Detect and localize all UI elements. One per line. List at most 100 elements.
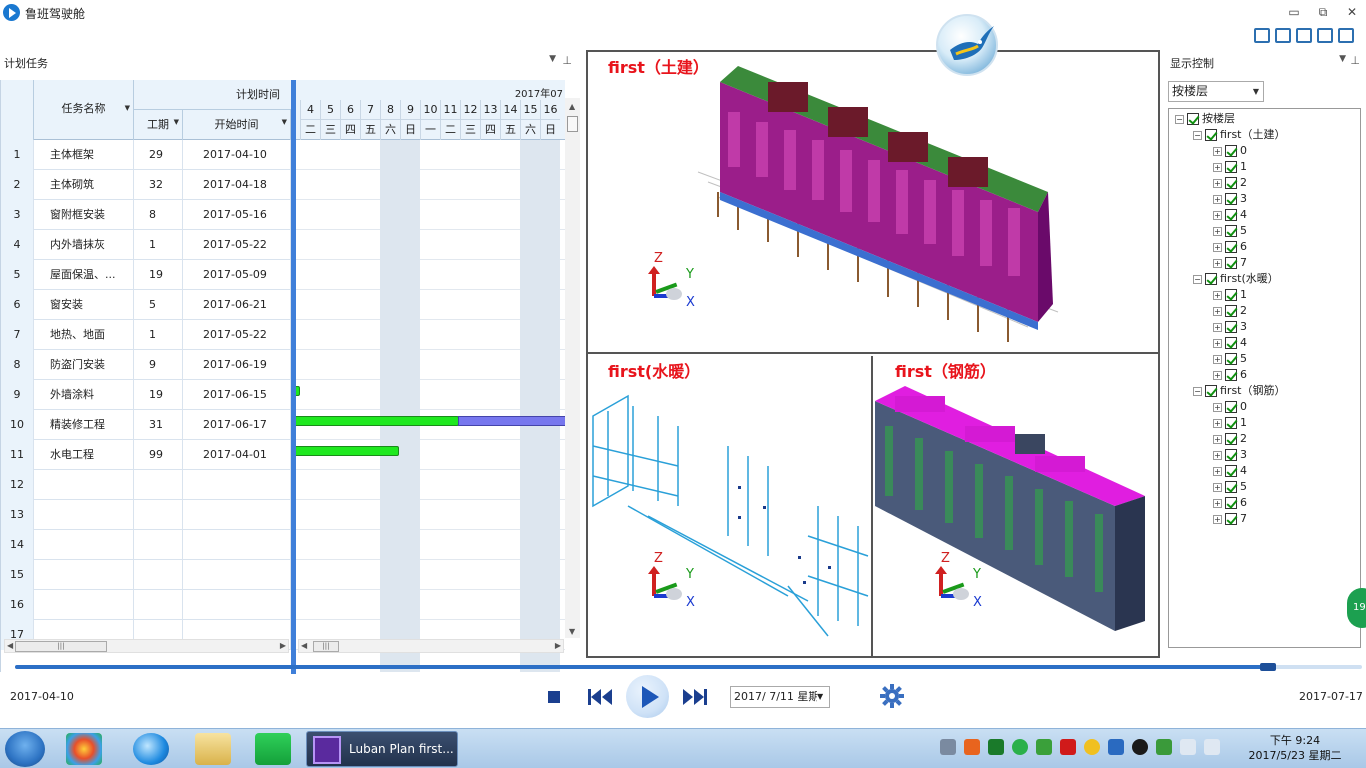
gear-icon[interactable] xyxy=(880,684,904,708)
tree-item-floor[interactable]: +4 xyxy=(1213,207,1247,223)
tree-item-floor[interactable]: +2 xyxy=(1213,431,1247,447)
chevron-down-icon[interactable]: ▼ xyxy=(817,687,827,707)
gantt-bar-task-10-done[interactable] xyxy=(296,416,459,426)
checkbox[interactable] xyxy=(1225,353,1237,365)
pin-icon[interactable]: ⊥ xyxy=(1350,54,1360,67)
checkbox[interactable] xyxy=(1225,449,1237,461)
tree-item-floor[interactable]: +7 xyxy=(1213,255,1247,271)
collapse-icon[interactable]: − xyxy=(1193,386,1202,396)
table-row[interactable]: 7 地热、地面 1 2017-05-22 xyxy=(1,320,292,350)
view-civil[interactable]: first（土建） Z Y X xyxy=(588,52,1158,354)
checkbox[interactable] xyxy=(1187,113,1199,125)
layout-double-icon[interactable] xyxy=(1275,28,1291,43)
tree-item-floor[interactable]: +2 xyxy=(1213,175,1247,191)
system-clock[interactable]: 下午 9:24 2017/5/23 星期二 xyxy=(1240,733,1350,763)
tray-app-icon[interactable] xyxy=(1108,739,1124,755)
scroll-left-icon[interactable]: ◀ xyxy=(7,641,13,650)
scroll-thumb[interactable]: ||| xyxy=(15,641,107,652)
volume-icon[interactable] xyxy=(1204,739,1220,755)
expand-icon[interactable]: + xyxy=(1213,466,1222,476)
checkbox[interactable] xyxy=(1225,321,1237,333)
tree-item-floor[interactable]: +3 xyxy=(1213,447,1247,463)
security-icon[interactable] xyxy=(1156,739,1172,755)
expand-icon[interactable]: + xyxy=(1213,402,1222,412)
table-row[interactable]: 1 主体框架 29 2017-04-10 xyxy=(1,140,292,170)
tree-item-floor[interactable]: +0 xyxy=(1213,399,1247,415)
tray-app-icon[interactable] xyxy=(1012,739,1028,755)
expand-icon[interactable]: + xyxy=(1213,322,1222,332)
tree-item-floor[interactable]: +6 xyxy=(1213,239,1247,255)
checkbox[interactable] xyxy=(1205,273,1217,285)
keyboard-icon[interactable] xyxy=(940,739,956,755)
collapse-icon[interactable]: − xyxy=(1193,274,1202,284)
gantt-bar-task-9[interactable] xyxy=(296,386,300,396)
checkbox[interactable] xyxy=(1225,401,1237,413)
checkbox[interactable] xyxy=(1225,417,1237,429)
taskbar-item-luban-plan[interactable]: Luban Plan first... xyxy=(306,731,458,767)
checkbox[interactable] xyxy=(1225,289,1237,301)
table-row[interactable]: 8 防盗门安装 9 2017-06-19 xyxy=(1,350,292,380)
gantt-bar-task-11[interactable] xyxy=(296,446,399,456)
gantt-horizontal-scrollbar[interactable]: ◀ ||| ▶ xyxy=(298,639,564,653)
tray-app-icon[interactable] xyxy=(1060,739,1076,755)
table-row[interactable]: 16 xyxy=(1,590,292,620)
checkbox[interactable] xyxy=(1225,193,1237,205)
tree-item-floor[interactable]: +6 xyxy=(1213,495,1247,511)
tree-item-floor[interactable]: +7 xyxy=(1213,511,1247,527)
scroll-thumb[interactable] xyxy=(567,116,578,132)
tree-item-floor[interactable]: +1 xyxy=(1213,287,1247,303)
folder-icon[interactable] xyxy=(195,733,231,765)
table-row[interactable]: 14 xyxy=(1,530,292,560)
expand-icon[interactable]: + xyxy=(1213,210,1222,220)
tree-item-floor[interactable]: +2 xyxy=(1213,303,1247,319)
checkbox[interactable] xyxy=(1205,129,1217,141)
ie-browser-icon[interactable] xyxy=(133,733,169,765)
start-button[interactable] xyxy=(5,731,45,767)
expand-icon[interactable]: + xyxy=(1213,370,1222,380)
checkbox[interactable] xyxy=(1225,257,1237,269)
checkbox[interactable] xyxy=(1225,177,1237,189)
checkbox[interactable] xyxy=(1225,161,1237,173)
checkbox[interactable] xyxy=(1225,481,1237,493)
table-row[interactable]: 3 窗附框安装 8 2017-05-16 xyxy=(1,200,292,230)
expand-icon[interactable]: + xyxy=(1213,306,1222,316)
tree-item-floor[interactable]: +1 xyxy=(1213,159,1247,175)
panel-menu-icon[interactable]: ▼ xyxy=(549,54,556,64)
checkbox[interactable] xyxy=(1225,465,1237,477)
scroll-right-icon[interactable]: ▶ xyxy=(555,641,561,650)
expand-icon[interactable]: + xyxy=(1213,178,1222,188)
tree-item-floor[interactable]: +5 xyxy=(1213,479,1247,495)
rewind-button[interactable] xyxy=(588,687,614,707)
expand-icon[interactable]: + xyxy=(1213,290,1222,300)
tree-group[interactable]: − first（土建） xyxy=(1193,127,1286,143)
table-row[interactable]: 10 精装修工程 31 2017-06-17 xyxy=(1,410,292,440)
checkbox[interactable] xyxy=(1225,241,1237,253)
tree-item-floor[interactable]: +6 xyxy=(1213,367,1247,383)
view-rebar[interactable]: first（钢筋） Z Y X xyxy=(875,356,1158,656)
gantt-bar-task-10-remaining[interactable] xyxy=(458,416,565,426)
collapse-icon[interactable]: − xyxy=(1193,130,1202,140)
checkbox[interactable] xyxy=(1225,225,1237,237)
checkbox[interactable] xyxy=(1225,513,1237,525)
checkbox[interactable] xyxy=(1225,497,1237,509)
layout-triple-icon[interactable] xyxy=(1296,28,1312,43)
checkbox[interactable] xyxy=(1225,145,1237,157)
pin-icon[interactable]: ⊥ xyxy=(562,54,572,67)
tree-item-floor[interactable]: +5 xyxy=(1213,351,1247,367)
tray-app-icon[interactable] xyxy=(988,739,1004,755)
checkbox[interactable] xyxy=(1225,337,1237,349)
expand-icon[interactable]: + xyxy=(1213,242,1222,252)
table-row[interactable]: 13 xyxy=(1,500,292,530)
layers-icon[interactable] xyxy=(1338,28,1354,43)
collapse-icon[interactable]: − xyxy=(1175,114,1184,124)
expand-icon[interactable]: + xyxy=(1213,162,1222,172)
table-row[interactable]: 2 主体砌筑 32 2017-04-18 xyxy=(1,170,292,200)
expand-icon[interactable]: + xyxy=(1213,434,1222,444)
column-header-duration[interactable]: 工期 ▼ xyxy=(134,110,183,140)
column-header-start[interactable]: 开始时间 ▼ xyxy=(183,110,291,140)
group-by-select[interactable]: 按楼层 ▼ xyxy=(1168,81,1264,102)
expand-icon[interactable]: + xyxy=(1213,354,1222,364)
fast-forward-button[interactable] xyxy=(681,687,707,707)
green-app-icon[interactable] xyxy=(255,733,291,765)
checkbox[interactable] xyxy=(1225,305,1237,317)
